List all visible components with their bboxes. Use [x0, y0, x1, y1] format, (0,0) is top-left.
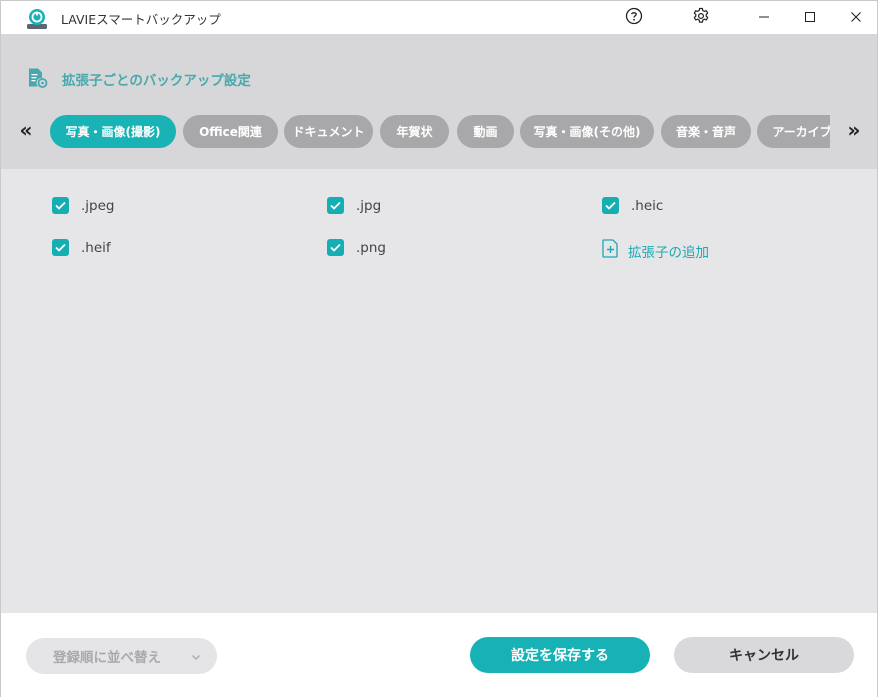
cancel-button[interactable]: キャンセル	[674, 637, 854, 673]
save-settings-button[interactable]: 設定を保存する	[470, 637, 650, 673]
tabs-prev-button[interactable]: «	[16, 120, 36, 140]
tabs-next-button[interactable]: »	[844, 120, 864, 140]
add-extension-link[interactable]: 拡張子の追加	[602, 239, 709, 262]
close-button[interactable]	[833, 1, 878, 34]
help-button[interactable]	[611, 1, 657, 34]
maximize-button[interactable]	[787, 1, 833, 34]
checkbox-checked[interactable]	[327, 197, 344, 214]
minimize-icon	[758, 8, 770, 27]
extension-item[interactable]: .heif	[52, 239, 111, 256]
tab-new-year-cards[interactable]: 年賀状	[380, 115, 449, 148]
check-icon	[605, 201, 616, 210]
extension-item[interactable]: .jpg	[327, 197, 381, 214]
chevron-down-icon	[189, 649, 203, 663]
checkbox-checked[interactable]	[327, 239, 344, 256]
check-icon	[55, 243, 66, 252]
sort-order-dropdown[interactable]: 登録順に並べ替え	[26, 638, 217, 674]
document-settings-icon	[26, 67, 48, 89]
tab-bar: 写真・画像(撮影) Office関連 ドキュメント 年賀状 動画 写真・画像(そ…	[49, 114, 830, 150]
tab-photo-camera[interactable]: 写真・画像(撮影)	[50, 115, 176, 148]
sort-order-label: 登録順に並べ替え	[53, 650, 161, 666]
app-window: LAVIEスマートバックアップ 拡張子ごとのバックアップ設定 « 写真・画像(撮…	[0, 0, 878, 697]
settings-header: 拡張子ごとのバックアップ設定 « 写真・画像(撮影) Office関連 ドキュメ…	[1, 34, 877, 169]
extension-label: .heif	[81, 239, 111, 256]
tab-documents[interactable]: ドキュメント	[284, 115, 373, 148]
extension-label: .png	[356, 239, 386, 256]
check-icon	[330, 201, 341, 210]
extension-list-panel: .jpeg .jpg .heic .heif .png 拡張子の追加	[1, 169, 877, 613]
check-icon	[55, 201, 66, 210]
extension-item[interactable]: .heic	[602, 197, 663, 214]
check-icon	[330, 243, 341, 252]
checkbox-checked[interactable]	[52, 197, 69, 214]
extension-item[interactable]: .jpeg	[52, 197, 115, 214]
add-file-icon	[602, 239, 619, 262]
minimize-button[interactable]	[741, 1, 787, 34]
maximize-icon	[804, 8, 816, 27]
tab-photo-other[interactable]: 写真・画像(その他)	[520, 115, 654, 148]
page-title: 拡張子ごとのバックアップ設定	[62, 73, 251, 89]
tab-office[interactable]: Office関連	[183, 115, 278, 148]
extension-item[interactable]: .png	[327, 239, 386, 256]
extension-label: .heic	[631, 197, 664, 214]
settings-button[interactable]	[678, 1, 724, 34]
footer-bar: 登録順に並べ替え 設定を保存する キャンセル	[1, 613, 877, 697]
checkbox-checked[interactable]	[602, 197, 619, 214]
extension-label: .jpeg	[81, 197, 115, 214]
gear-icon	[692, 7, 710, 29]
help-circle-icon	[625, 7, 643, 29]
tab-music-audio[interactable]: 音楽・音声	[661, 115, 751, 148]
title-bar: LAVIEスマートバックアップ	[1, 1, 877, 34]
close-icon	[850, 8, 862, 27]
extension-label: .jpg	[356, 197, 382, 214]
tab-video[interactable]: 動画	[457, 115, 514, 148]
tab-archive[interactable]: アーカイブ	[757, 115, 830, 148]
add-extension-label: 拡張子の追加	[628, 244, 709, 261]
backup-drive-icon	[25, 7, 49, 31]
app-title: LAVIEスマートバックアップ	[61, 12, 221, 27]
checkbox-checked[interactable]	[52, 239, 69, 256]
